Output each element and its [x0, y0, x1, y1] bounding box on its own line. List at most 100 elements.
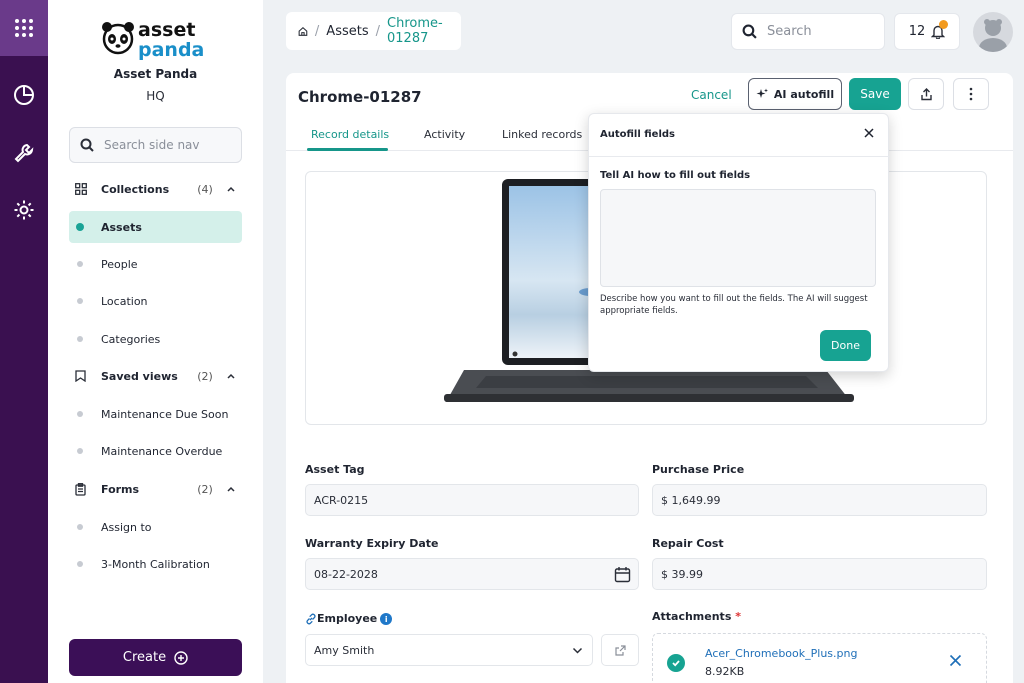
tools-button[interactable]	[12, 141, 36, 165]
sidebar-item-maintenance-overdue[interactable]: Maintenance Overdue	[69, 435, 242, 467]
warranty-expiry-field[interactable]: 08-22-2028	[305, 558, 639, 590]
sidebar-item-assign-to[interactable]: Assign to	[69, 511, 242, 543]
nav-dot	[77, 336, 83, 342]
side-nav-search-input[interactable]: Search side nav	[69, 127, 242, 163]
breadcrumb-separator: /	[375, 23, 380, 39]
notifications-button[interactable]: 12	[894, 13, 960, 50]
purchase-price-value: $ 1,649.99	[661, 493, 721, 507]
employee-label-row: Employee i	[305, 612, 393, 625]
repair-cost-field[interactable]: $ 39.99	[652, 558, 987, 590]
avatar[interactable]	[973, 12, 1013, 52]
asset-tag-value: ACR-0215	[314, 493, 369, 507]
sidebar-item-people[interactable]: People	[69, 248, 242, 280]
popover-subtitle: Tell AI how to fill out fields	[600, 170, 751, 181]
attachments-label: Attachments	[652, 610, 732, 623]
asset-tag-field[interactable]: ACR-0215	[305, 484, 639, 516]
grid-icon	[75, 183, 87, 195]
sidebar-item-location[interactable]: Location	[69, 285, 242, 317]
nav-dot	[77, 561, 83, 567]
cancel-button[interactable]: Cancel	[691, 88, 732, 102]
sidebar-item-label: Assets	[101, 220, 142, 234]
purchase-price-label: Purchase Price	[652, 463, 745, 476]
nav-dot	[77, 524, 83, 530]
ai-autofill-button[interactable]: AI autofill	[748, 78, 842, 110]
nav-dot	[77, 261, 83, 267]
close-icon[interactable]	[864, 128, 874, 138]
sidebar-item-label: People	[101, 257, 138, 271]
employee-select[interactable]: Amy Smith	[305, 634, 593, 666]
active-tab-indicator	[307, 148, 388, 151]
sidebar-item-label: Maintenance Due Soon	[101, 407, 229, 421]
tab-linked-records[interactable]: Linked records	[502, 128, 582, 141]
dashboard-button[interactable]	[12, 83, 36, 107]
forms-label: Forms	[101, 482, 140, 496]
side-search-placeholder: Search side nav	[104, 138, 200, 152]
gear-icon	[14, 200, 34, 220]
external-link-icon	[614, 644, 626, 656]
wrench-icon	[14, 143, 34, 163]
open-employee-button[interactable]	[601, 634, 639, 666]
close-icon[interactable]	[949, 654, 962, 667]
global-search-input[interactable]: Search	[731, 13, 885, 50]
notification-count: 12	[908, 24, 926, 39]
share-icon	[920, 87, 932, 100]
warranty-expiry-label: Warranty Expiry Date	[305, 537, 439, 550]
search-icon	[742, 24, 757, 39]
sidebar-item-label: 3-Month Calibration	[101, 557, 210, 571]
breadcrumb-current: Chrome-01287	[387, 16, 443, 46]
breadcrumb-assets-link[interactable]: Assets	[326, 24, 368, 39]
svg-text:panda: panda	[138, 39, 204, 61]
home-icon[interactable]	[298, 25, 308, 38]
info-icon[interactable]: i	[380, 613, 393, 625]
notification-dot	[939, 20, 948, 29]
employee-value: Amy Smith	[314, 643, 375, 657]
popover-divider	[589, 156, 890, 157]
global-search-placeholder: Search	[767, 24, 812, 39]
saved-views-count: (2)	[197, 369, 213, 383]
tab-record-details[interactable]: Record details	[311, 128, 389, 141]
popover-title: Autofill fields	[600, 129, 675, 140]
more-options-button[interactable]	[953, 78, 989, 110]
sidebar-item-assets[interactable]: Assets	[69, 211, 242, 243]
nav-section-collections[interactable]: Collections (4)	[69, 173, 242, 205]
breadcrumb: / Assets / Chrome-01287	[286, 12, 461, 50]
popover-help-text: Describe how you want to fill out the fi…	[600, 294, 868, 316]
settings-button[interactable]	[12, 198, 36, 222]
share-button[interactable]	[908, 78, 944, 110]
save-button[interactable]: Save	[849, 78, 901, 110]
collections-count: (4)	[197, 182, 213, 196]
create-label: Create	[122, 650, 167, 665]
sidebar-item-3-month-calibration[interactable]: 3-Month Calibration	[69, 548, 242, 580]
clipboard-icon	[75, 482, 86, 496]
attachment-item: Acer_Chromebook_Plus.png 8.92KB	[652, 633, 987, 683]
chevron-down-icon	[572, 647, 583, 654]
done-button[interactable]: Done	[820, 330, 871, 361]
more-vertical-icon	[969, 87, 973, 101]
sidebar-item-categories[interactable]: Categories	[69, 323, 242, 355]
purchase-price-field[interactable]: $ 1,649.99	[652, 484, 987, 516]
attachment-file-size: 8.92KB	[705, 665, 745, 678]
plus-circle-icon	[174, 650, 188, 665]
calendar-icon[interactable]	[614, 566, 631, 583]
asset-tag-label: Asset Tag	[305, 463, 365, 476]
apps-button[interactable]	[0, 0, 48, 56]
record-title: Chrome-01287	[298, 88, 422, 106]
attachments-label-row: Attachments *	[652, 610, 741, 623]
chevron-up-icon	[227, 186, 235, 192]
chevron-up-icon	[227, 486, 235, 492]
svg-text:asset: asset	[138, 19, 195, 41]
nav-section-forms[interactable]: Forms (2)	[69, 473, 242, 505]
tab-activity[interactable]: Activity	[424, 128, 465, 141]
sidebar-item-maintenance-due-soon[interactable]: Maintenance Due Soon	[69, 398, 242, 430]
chevron-up-icon	[227, 373, 235, 379]
attachment-file-name[interactable]: Acer_Chromebook_Plus.png	[705, 647, 857, 660]
nav-section-saved-views[interactable]: Saved views (2)	[69, 360, 242, 392]
required-marker: *	[735, 610, 741, 623]
nav-dot	[76, 223, 84, 231]
search-icon	[80, 138, 94, 152]
create-button[interactable]: Create	[69, 639, 242, 676]
collections-label: Collections	[101, 182, 170, 196]
ai-instructions-textarea[interactable]	[600, 189, 876, 287]
warranty-expiry-value: 08-22-2028	[314, 567, 378, 581]
upload-complete-badge	[667, 654, 685, 672]
